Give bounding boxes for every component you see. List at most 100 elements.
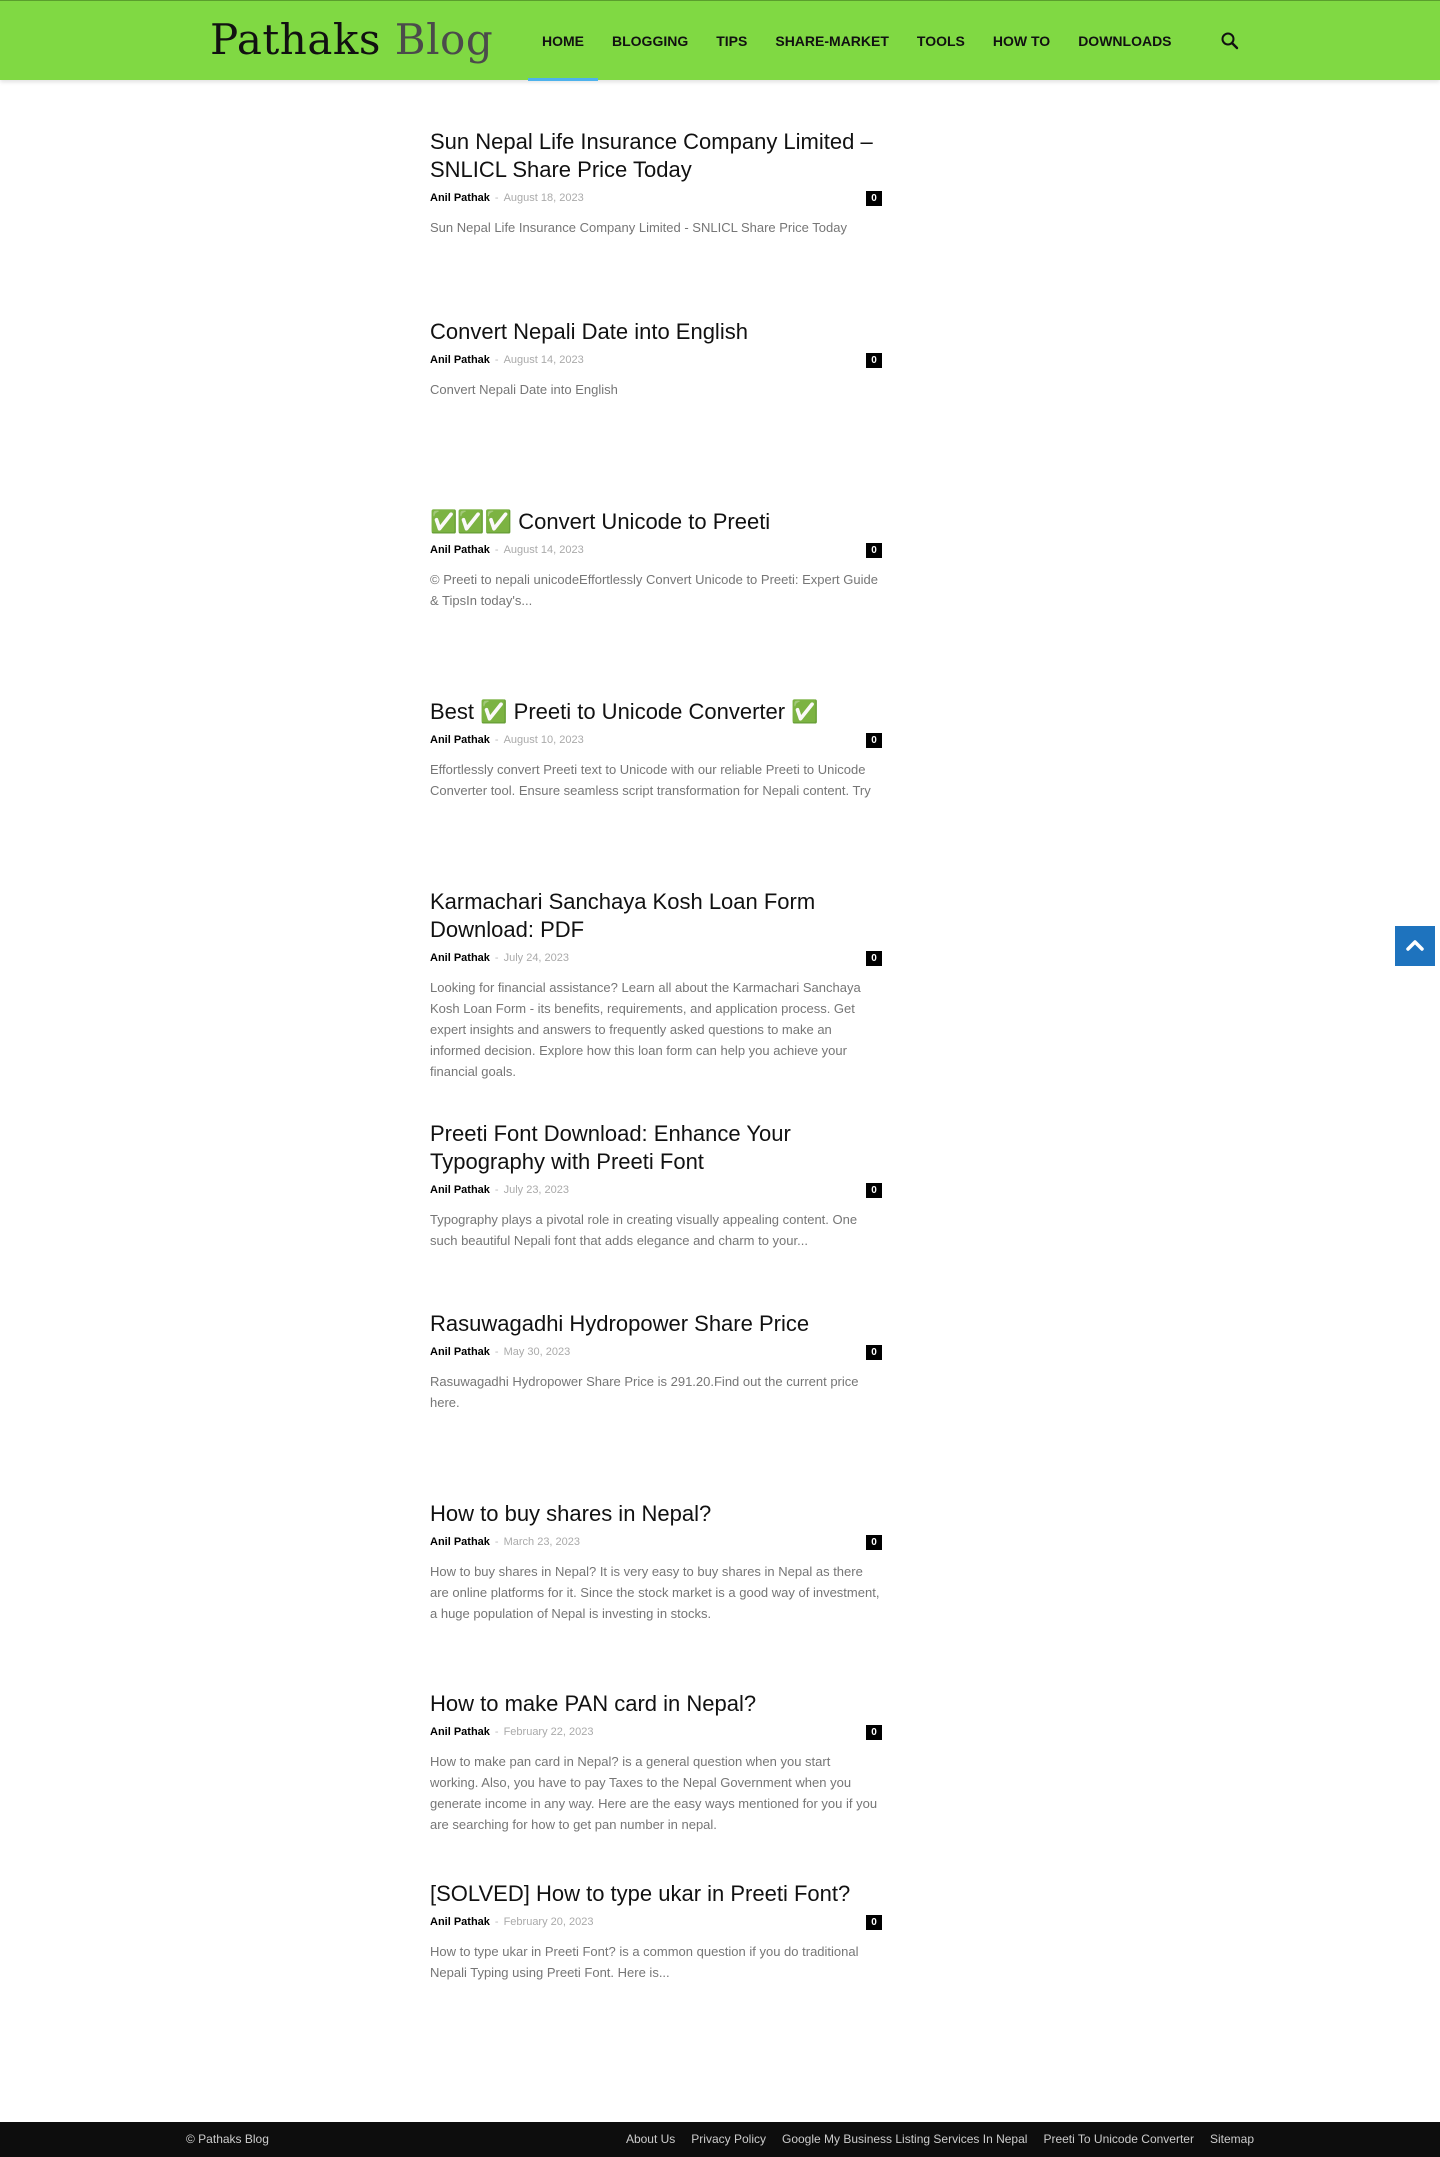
footer-links: About Us Privacy Policy Google My Busine… <box>610 2122 1254 2157</box>
post-meta: Anil Pathak - August 14, 2023 0 <box>430 352 882 368</box>
post-date: February 22, 2023 <box>503 1726 594 1738</box>
post-excerpt: Typography plays a pivotal role in creat… <box>430 1212 858 1248</box>
post-meta: Anil Pathak - February 20, 2023 0 <box>430 1914 882 1930</box>
post-meta: Anil Pathak - May 30, 2023 0 <box>430 1344 882 1360</box>
meta-separator: - <box>494 1726 499 1738</box>
nav-item-downloads[interactable]: DOWNLOADS <box>1064 1 1185 81</box>
post-excerpt: Effortlessly convert Preeti text to Unic… <box>430 762 871 798</box>
comment-count-badge[interactable]: 0 <box>866 1183 882 1198</box>
comment-count-badge[interactable]: 0 <box>866 733 882 748</box>
post-date: March 23, 2023 <box>503 1536 581 1548</box>
comment-count-badge[interactable]: 0 <box>866 1915 882 1930</box>
comment-count-badge[interactable]: 0 <box>866 1535 882 1550</box>
post-item: [SOLVED] How to type ukar in Preeti Font… <box>430 1880 882 1983</box>
meta-separator: - <box>494 734 499 746</box>
site-logo[interactable]: Pathaks Blog <box>210 15 493 65</box>
post-title[interactable]: Preeti Font Download: Enhance Your Typog… <box>430 1120 882 1176</box>
post-date: July 24, 2023 <box>503 952 570 964</box>
footer-link-about-us[interactable]: About Us <box>626 2122 675 2157</box>
post-excerpt: How to buy shares in Nepal? It is very e… <box>430 1564 880 1621</box>
comment-count-badge[interactable]: 0 <box>866 543 882 558</box>
post-author[interactable]: Anil Pathak <box>430 354 490 366</box>
post-meta: Anil Pathak - August 10, 2023 0 <box>430 732 882 748</box>
meta-separator: - <box>494 1536 499 1548</box>
nav-item-tips[interactable]: TIPS <box>702 1 761 81</box>
post-title[interactable]: ✅✅✅ Convert Unicode to Preeti <box>430 508 882 536</box>
meta-separator: - <box>494 544 499 556</box>
post-title[interactable]: Sun Nepal Life Insurance Company Limited… <box>430 128 882 184</box>
meta-separator: - <box>494 1916 499 1928</box>
post-item: How to buy shares in Nepal? Anil Pathak -… <box>430 1500 882 1624</box>
meta-separator: - <box>494 1346 499 1358</box>
search-button[interactable] <box>1216 27 1244 55</box>
nav-item-blogging[interactable]: BLOGGING <box>598 1 702 81</box>
copyright-text: © Pathaks Blog <box>186 2132 269 2146</box>
post-date: August 10, 2023 <box>503 734 584 746</box>
post-meta: Anil Pathak - February 22, 2023 0 <box>430 1724 882 1740</box>
post-excerpt: Sun Nepal Life Insurance Company Limited… <box>430 220 847 235</box>
post-author[interactable]: Anil Pathak <box>430 952 490 964</box>
footer-link-google-business-listing[interactable]: Google My Business Listing Services In N… <box>782 2122 1027 2157</box>
post-author[interactable]: Anil Pathak <box>430 1346 490 1358</box>
post-author[interactable]: Anil Pathak <box>430 734 490 746</box>
post-date: February 20, 2023 <box>503 1916 594 1928</box>
meta-separator: - <box>494 1184 499 1196</box>
search-icon <box>1221 32 1239 50</box>
post-excerpt: How to type ukar in Preeti Font? is a co… <box>430 1944 859 1980</box>
nav-item-how-to[interactable]: HOW TO <box>979 1 1064 81</box>
logo-light-text: Blog <box>394 15 494 64</box>
post-item: Preeti Font Download: Enhance Your Typog… <box>430 1120 882 1251</box>
post-meta: Anil Pathak - August 18, 2023 0 <box>430 190 882 206</box>
logo-main-text: Pathaks <box>210 15 381 64</box>
post-excerpt: Rasuwagadhi Hydropower Share Price is 29… <box>430 1374 859 1410</box>
post-title[interactable]: How to buy shares in Nepal? <box>430 1500 882 1528</box>
comment-count-badge[interactable]: 0 <box>866 353 882 368</box>
post-meta: Anil Pathak - July 23, 2023 0 <box>430 1182 882 1198</box>
post-date: July 23, 2023 <box>503 1184 570 1196</box>
post-item: ✅✅✅ Convert Unicode to Preeti Anil Patha… <box>430 508 882 611</box>
comment-count-badge[interactable]: 0 <box>866 951 882 966</box>
post-title[interactable]: Karmachari Sanchaya Kosh Loan Form Downl… <box>430 888 882 944</box>
post-author[interactable]: Anil Pathak <box>430 1536 490 1548</box>
post-excerpt: © Preeti to nepali unicodeEffortlessly C… <box>430 572 878 608</box>
site-footer: © Pathaks Blog About Us Privacy Policy G… <box>0 2122 1440 2157</box>
post-title[interactable]: Rasuwagadhi Hydropower Share Price <box>430 1310 882 1338</box>
post-date: August 14, 2023 <box>503 544 584 556</box>
post-author[interactable]: Anil Pathak <box>430 544 490 556</box>
post-title[interactable]: Best ✅ Preeti to Unicode Converter ✅ <box>430 698 882 726</box>
footer-link-privacy-policy[interactable]: Privacy Policy <box>691 2122 766 2157</box>
post-item: Karmachari Sanchaya Kosh Loan Form Downl… <box>430 888 882 1082</box>
main-nav: HOME BLOGGING TIPS SHARE-MARKET TOOLS HO… <box>528 1 1186 81</box>
post-item: Best ✅ Preeti to Unicode Converter ✅ Ani… <box>430 698 882 801</box>
comment-count-badge[interactable]: 0 <box>866 191 882 206</box>
post-item: How to make PAN card in Nepal? Anil Path… <box>430 1690 882 1835</box>
post-date: August 18, 2023 <box>503 192 584 204</box>
nav-item-share-market[interactable]: SHARE-MARKET <box>761 1 903 81</box>
nav-item-tools[interactable]: TOOLS <box>903 1 979 81</box>
post-author[interactable]: Anil Pathak <box>430 1184 490 1196</box>
post-excerpt: Looking for financial assistance? Learn … <box>430 980 861 1079</box>
post-excerpt: Convert Nepali Date into English <box>430 382 618 397</box>
post-meta: Anil Pathak - March 23, 2023 0 <box>430 1534 882 1550</box>
post-item: Sun Nepal Life Insurance Company Limited… <box>430 128 882 238</box>
footer-link-sitemap[interactable]: Sitemap <box>1210 2122 1254 2157</box>
post-title[interactable]: Convert Nepali Date into English <box>430 318 882 346</box>
post-meta: Anil Pathak - July 24, 2023 0 <box>430 950 882 966</box>
post-item: Convert Nepali Date into English Anil Pa… <box>430 318 882 400</box>
back-to-top-button[interactable] <box>1395 926 1435 966</box>
site-header: Pathaks Blog HOME BLOGGING TIPS SHARE-MA… <box>0 0 1440 81</box>
meta-separator: - <box>494 192 499 204</box>
comment-count-badge[interactable]: 0 <box>866 1725 882 1740</box>
post-title[interactable]: How to make PAN card in Nepal? <box>430 1690 882 1718</box>
post-meta: Anil Pathak - August 14, 2023 0 <box>430 542 882 558</box>
post-item: Rasuwagadhi Hydropower Share Price Anil … <box>430 1310 882 1413</box>
post-author[interactable]: Anil Pathak <box>430 192 490 204</box>
post-author[interactable]: Anil Pathak <box>430 1726 490 1738</box>
footer-link-preeti-converter[interactable]: Preeti To Unicode Converter <box>1043 2122 1194 2157</box>
post-date: May 30, 2023 <box>503 1346 571 1358</box>
meta-separator: - <box>494 952 499 964</box>
post-title[interactable]: [SOLVED] How to type ukar in Preeti Font… <box>430 1880 882 1908</box>
comment-count-badge[interactable]: 0 <box>866 1345 882 1360</box>
nav-item-home[interactable]: HOME <box>528 1 598 81</box>
post-author[interactable]: Anil Pathak <box>430 1916 490 1928</box>
